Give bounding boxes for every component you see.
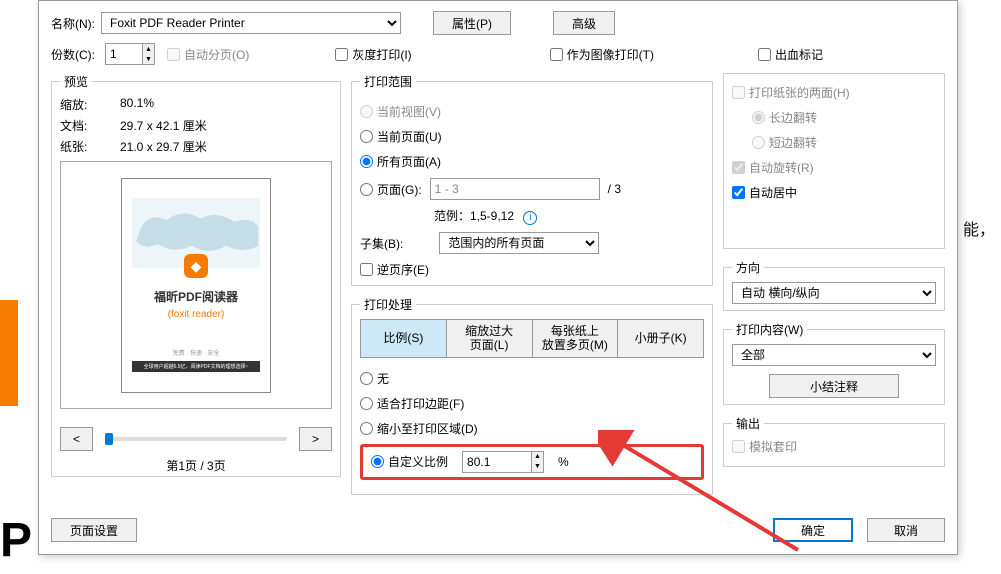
duplex-checkbox: 打印纸张的两面(H) — [732, 84, 850, 101]
output-legend: 输出 — [732, 415, 764, 432]
subset-label: 子集(B): — [360, 235, 403, 252]
doc-value: 29.7 x 42.1 厘米 — [120, 117, 332, 134]
output-fieldset: 输出 模拟套印 — [723, 415, 945, 467]
bg-text: 能， — [963, 216, 995, 240]
simulate-checkbox: 模拟套印 — [732, 438, 797, 455]
auto-rotate-checkbox: 自动旋转(R) — [732, 159, 814, 176]
preview-subtitle: (foxit reader) — [168, 309, 225, 320]
auto-center-checkbox[interactable]: 自动居中 — [732, 184, 797, 201]
page-setup-button[interactable]: 页面设置 — [51, 518, 137, 542]
multi-tab[interactable]: 每张纸上 放置多页(M) — [533, 320, 619, 357]
custom-scale-radio[interactable]: 自定义比例 — [371, 453, 448, 470]
custom-scale-highlight: 自定义比例 ▲▼ % — [360, 444, 704, 480]
orientation-legend: 方向 — [732, 259, 764, 276]
handling-tabs: 比例(S) 缩放过大 页面(L) 每张纸上 放置多页(M) 小册子(K) — [360, 319, 704, 358]
properties-button[interactable]: 属性(P) — [433, 11, 511, 35]
printer-select[interactable]: Foxit PDF Reader Printer — [101, 12, 401, 34]
scale-tab[interactable]: 比例(S) — [361, 320, 447, 357]
pager-label: 第1页 / 3页 — [60, 457, 332, 474]
scale-label: 缩放: — [60, 96, 120, 113]
fit-margin-radio[interactable]: 适合打印边距(F) — [360, 395, 464, 412]
all-pages-radio[interactable]: 所有页面(A) — [360, 153, 441, 170]
booklet-tab[interactable]: 小册子(K) — [618, 320, 703, 357]
info-icon[interactable]: i — [523, 211, 537, 225]
preview-panel: ◆ 福昕PDF阅读器 (foxit reader) 免费 · 快速 · 安全 全… — [60, 161, 332, 409]
duplex-fieldset: 打印纸张的两面(H) 长边翻转 短边翻转 自动旋转(R) 自动居中 — [723, 73, 945, 249]
as-image-checkbox[interactable]: 作为图像打印(T) — [550, 46, 654, 63]
foxit-icon: ◆ — [184, 254, 208, 278]
paper-value: 21.0 x 29.7 厘米 — [120, 138, 332, 155]
content-fieldset: 打印内容(W) 全部 小结注释 — [723, 321, 945, 405]
collate-checkbox: 自动分页(O) — [167, 46, 249, 63]
current-view-radio: 当前视图(V) — [360, 103, 441, 120]
preview-page: ◆ 福昕PDF阅读器 (foxit reader) 免费 · 快速 · 安全 全… — [121, 178, 271, 393]
content-select[interactable]: 全部 — [732, 344, 936, 366]
subset-select[interactable]: 范围内的所有页面 — [439, 232, 599, 254]
none-radio[interactable]: 无 — [360, 370, 389, 387]
percent-label: % — [558, 455, 569, 469]
pages-input[interactable] — [430, 178, 600, 200]
custom-scale-spinner[interactable]: ▲▼ — [462, 451, 544, 473]
bg-letter: P — [0, 513, 32, 568]
reverse-checkbox[interactable]: 逆页序(E) — [360, 261, 429, 278]
orientation-fieldset: 方向 自动 横向/纵向 — [723, 259, 945, 311]
range-legend: 打印范围 — [360, 73, 416, 90]
fit-tab[interactable]: 缩放过大 页面(L) — [447, 320, 533, 357]
preview-title: 福昕PDF阅读器 — [154, 288, 238, 305]
grayscale-checkbox[interactable]: 灰度打印(I) — [335, 46, 411, 63]
pages-total: / 3 — [608, 182, 621, 196]
handling-legend: 打印处理 — [360, 296, 416, 313]
copies-label: 份数(C): — [51, 46, 95, 63]
name-label: 名称(N): — [51, 15, 95, 32]
print-dialog: 名称(N): Foxit PDF Reader Printer 属性(P) 高级… — [38, 0, 958, 555]
orientation-select[interactable]: 自动 横向/纵向 — [732, 282, 936, 304]
preview-legend: 预览 — [60, 73, 92, 90]
paper-label: 纸张: — [60, 138, 120, 155]
current-page-radio[interactable]: 当前页面(U) — [360, 128, 442, 145]
copies-spinner[interactable]: ▲▼ — [105, 43, 155, 65]
range-example: 范例：1,5-9,12 — [434, 209, 514, 223]
pages-radio[interactable]: 页面(G): — [360, 181, 422, 198]
doc-label: 文档: — [60, 117, 120, 134]
content-legend: 打印内容(W) — [732, 321, 807, 338]
page-slider[interactable] — [105, 437, 287, 441]
advanced-button[interactable]: 高级 — [553, 11, 615, 35]
preview-bar: 全球用户超越6.5亿，阅读PDF文档的理想选择~ — [132, 361, 260, 372]
summary-button[interactable]: 小结注释 — [769, 374, 899, 398]
ok-button[interactable]: 确定 — [773, 518, 853, 542]
print-handling-fieldset: 打印处理 比例(S) 缩放过大 页面(L) 每张纸上 放置多页(M) 小册子(K… — [351, 296, 713, 495]
short-edge-radio: 短边翻转 — [752, 134, 817, 151]
bleed-checkbox[interactable]: 出血标记 — [758, 46, 823, 63]
scale-value: 80.1% — [120, 96, 332, 113]
cancel-button[interactable]: 取消 — [867, 518, 945, 542]
next-page-button[interactable]: > — [299, 427, 332, 451]
long-edge-radio: 长边翻转 — [752, 109, 817, 126]
prev-page-button[interactable]: < — [60, 427, 93, 451]
preview-footer: 免费 · 快速 · 安全 — [173, 348, 220, 357]
print-range-fieldset: 打印范围 当前视图(V) 当前页面(U) 所有页面(A) 页面(G): / 3 … — [351, 73, 713, 286]
shrink-radio[interactable]: 缩小至打印区域(D) — [360, 420, 478, 437]
